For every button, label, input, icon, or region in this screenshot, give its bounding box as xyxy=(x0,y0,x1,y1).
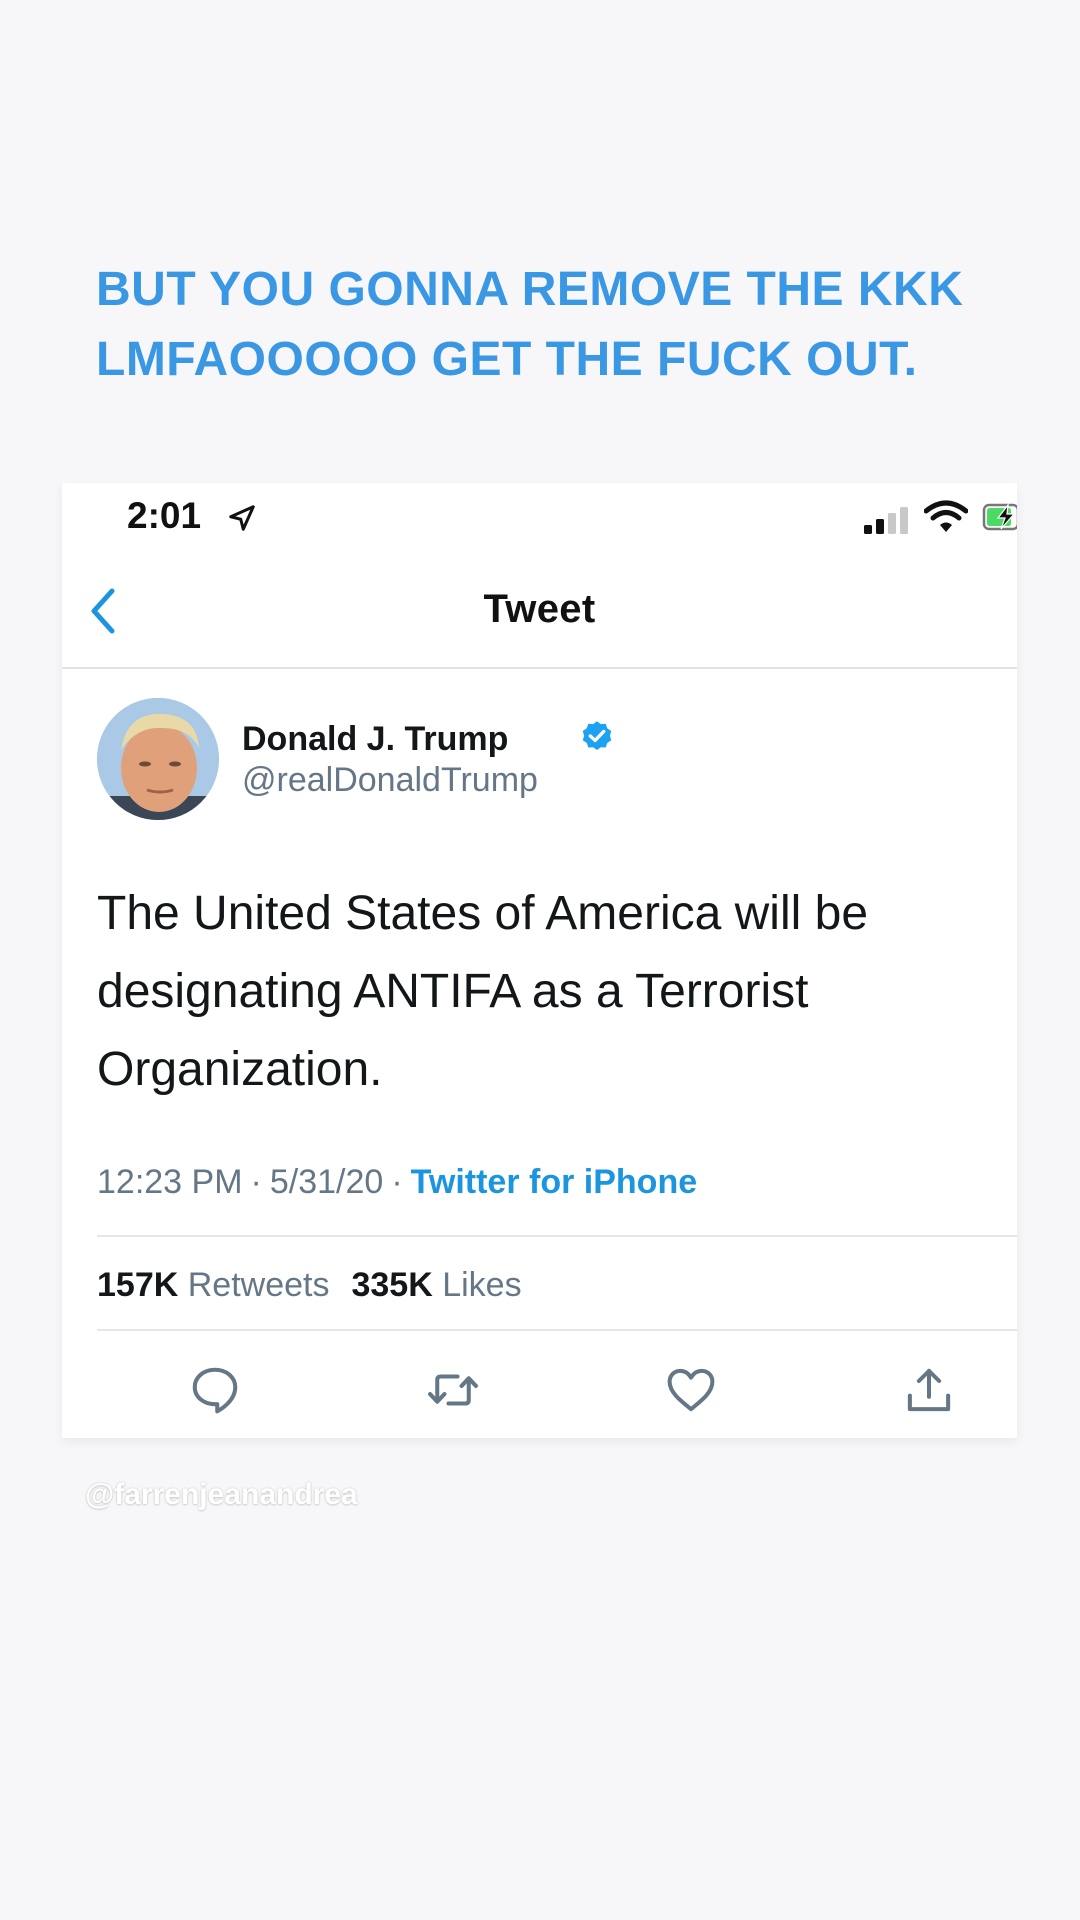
meta-separator: · xyxy=(391,1163,403,1201)
story-caption: BUT YOU GONNA REMOVE THE KKK LMFAOOOOO G… xyxy=(96,255,1016,395)
tweet-date: 5/31/20 xyxy=(269,1163,384,1201)
cellular-signal-icon xyxy=(864,507,908,534)
battery-charging-icon xyxy=(982,502,1017,531)
tweet-stats: 157K Retweets 335K Likes xyxy=(97,1235,1017,1331)
like-icon xyxy=(667,1368,715,1412)
like-button[interactable] xyxy=(664,1363,718,1417)
page-title: Tweet xyxy=(483,587,596,631)
status-time: 2:01 xyxy=(127,495,202,536)
location-arrow-icon xyxy=(229,505,255,531)
tweet-meta: 12:23 PM · 5/31/20 · Twitter for iPhone xyxy=(97,1163,977,1202)
retweets-stat[interactable]: 157K Retweets xyxy=(97,1266,329,1304)
author-handle[interactable]: @realDonaldTrump xyxy=(242,761,538,800)
verified-badge-icon xyxy=(582,721,612,751)
retweet-icon xyxy=(428,1374,478,1406)
author-display-name[interactable]: Donald J. Trump xyxy=(242,720,508,759)
reply-icon xyxy=(192,1367,238,1414)
retweets-count: 157K xyxy=(97,1266,179,1304)
reply-button[interactable] xyxy=(188,1363,242,1417)
tweet-source-link[interactable]: Twitter for iPhone xyxy=(411,1163,697,1201)
tweet-text: The United States of America will be des… xyxy=(97,887,869,1096)
retweets-label: Retweets xyxy=(187,1266,330,1304)
tweet-author[interactable]: Donald J. Trump @realDonaldTrump xyxy=(97,698,997,828)
likes-count: 335K xyxy=(351,1266,433,1304)
nav-bar: Tweet xyxy=(62,551,1017,669)
story-screen: BUT YOU GONNA REMOVE THE KKK LMFAOOOOO G… xyxy=(0,0,1080,1920)
caption-line-1: BUT YOU GONNA REMOVE THE KKK xyxy=(96,263,964,316)
avatar[interactable] xyxy=(97,698,219,820)
share-button[interactable] xyxy=(902,1363,956,1417)
likes-label: Likes xyxy=(442,1266,522,1304)
tweet-action-bar xyxy=(62,1341,1017,1431)
share-icon xyxy=(907,1368,951,1412)
caption-line-2: LMFAOOOOO GET THE FUCK OUT. xyxy=(96,333,918,386)
tweet-screenshot: 2:01 Tweet Donald J. Trump @realDonaldTr… xyxy=(62,483,1017,1438)
watermark: @farrenjeanandrea xyxy=(85,1478,358,1511)
likes-stat[interactable]: 335K Likes xyxy=(351,1266,521,1304)
status-bar: 2:01 xyxy=(62,483,1017,551)
wifi-icon xyxy=(924,500,968,532)
meta-separator: · xyxy=(250,1163,262,1201)
tweet-time: 12:23 PM xyxy=(97,1163,243,1201)
retweet-button[interactable] xyxy=(426,1363,480,1417)
